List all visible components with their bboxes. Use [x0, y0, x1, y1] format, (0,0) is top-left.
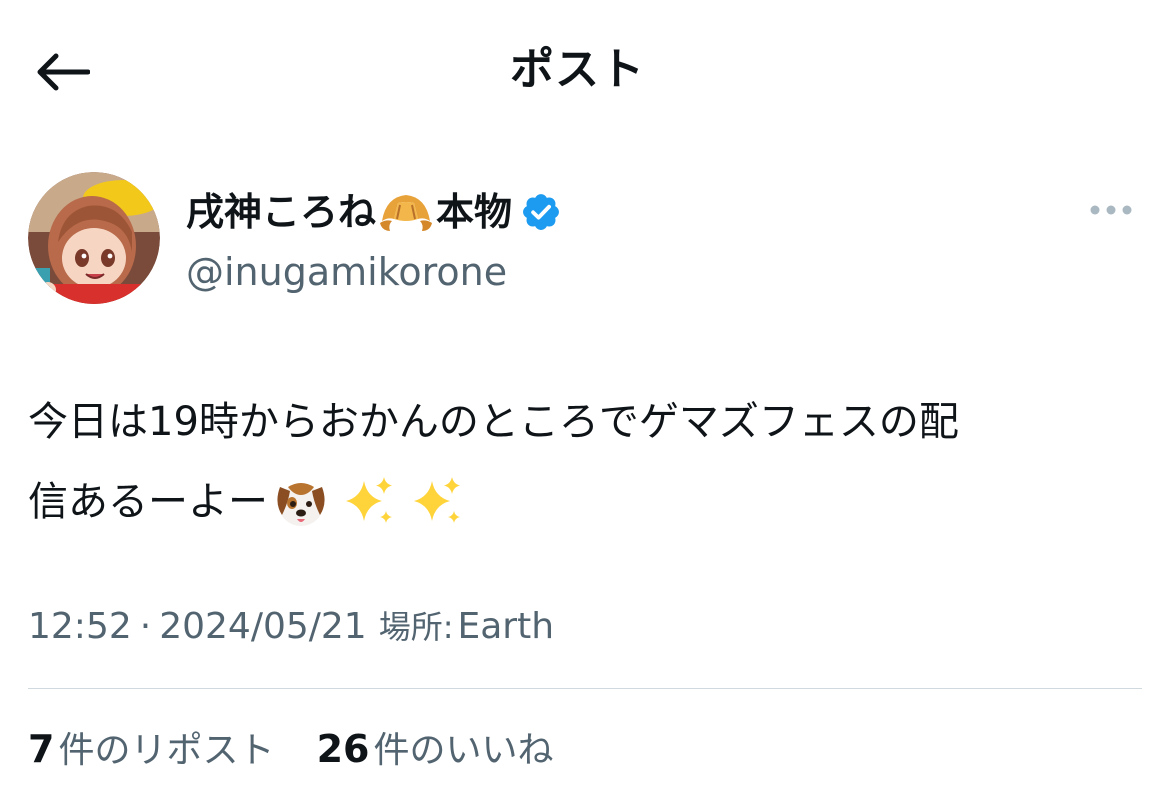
tweet-text-line2: 信あるーよー: [28, 479, 268, 525]
location-value: Earth: [457, 606, 555, 647]
avatar[interactable]: [28, 172, 160, 304]
author-block: 戌神ころね 本物 @inugamikorone: [186, 184, 562, 298]
tweet-text-line1: 今日は19時からおかんのところでゲマズフェスの配: [28, 399, 959, 445]
reposts-count: 7: [28, 727, 55, 771]
tweet-date[interactable]: 2024/05/21: [159, 606, 367, 647]
display-name[interactable]: 戌神ころね 本物: [186, 184, 562, 240]
reposts-stat[interactable]: 7 件のリポスト: [28, 720, 274, 780]
location-label: 場所:: [378, 608, 454, 646]
tweet-time[interactable]: 12:52: [28, 606, 132, 647]
verified-badge-icon: [523, 194, 559, 230]
sparkles-icon: [414, 477, 460, 523]
user-handle[interactable]: @inugamikorone: [186, 246, 562, 298]
tweet-meta: 12:52 · 2024/05/21 場所: Earth: [28, 598, 554, 655]
divider: [28, 688, 1142, 689]
reposts-label: 件のリポスト: [58, 730, 275, 771]
tweet-line-1: 今日は19時からおかんのところでゲマズフェスの配: [28, 382, 1138, 462]
dog-face-icon: [277, 483, 325, 526]
display-name-part2: 本物: [436, 190, 513, 234]
top-bar: ポスト: [0, 0, 1155, 140]
sparkles-icon: [346, 477, 392, 523]
engagement-stats: 7 件のリポスト 26 件のいいね: [28, 720, 553, 780]
likes-stat[interactable]: 26 件のいいね: [317, 720, 554, 780]
likes-label: 件のいいね: [373, 730, 554, 771]
display-name-part1: 戌神ころね: [186, 190, 377, 234]
more-options-button[interactable]: [1081, 192, 1141, 228]
page-title: ポスト: [510, 44, 645, 95]
more-horizontal-icon: [1090, 205, 1132, 215]
likes-count: 26: [316, 727, 370, 771]
tweet-line-2: 信あるーよー: [28, 462, 1138, 542]
avatar-image: [28, 172, 160, 304]
meta-separator: ·: [139, 606, 152, 647]
tweet-text: 今日は19時からおかんのところでゲマズフェスの配 信あるーよー: [28, 382, 1138, 542]
croissant-icon: [380, 195, 433, 231]
